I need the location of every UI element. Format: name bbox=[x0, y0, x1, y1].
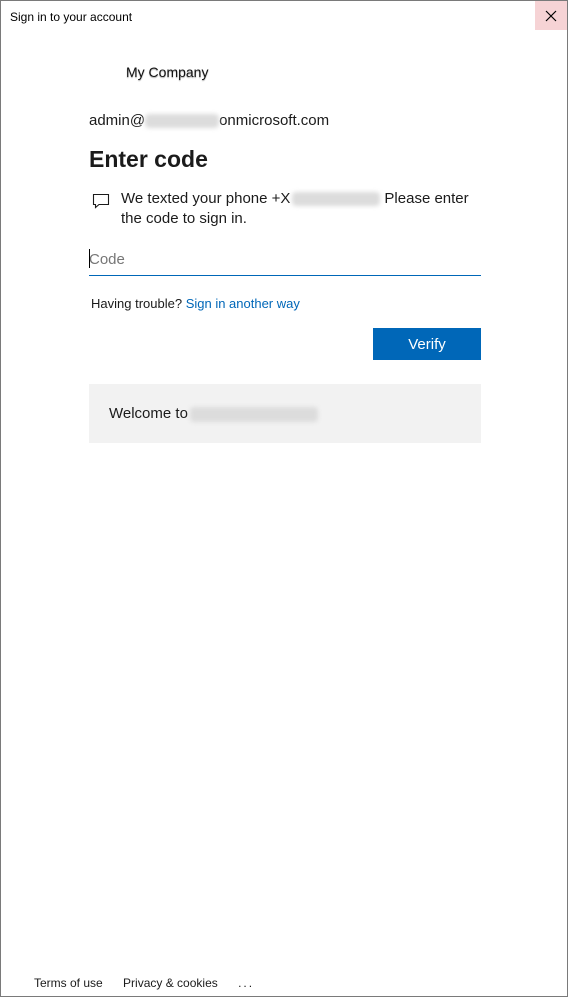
redacted-phone bbox=[292, 192, 381, 207]
welcome-text: Welcome to bbox=[109, 405, 318, 422]
verify-button[interactable]: Verify bbox=[373, 328, 481, 360]
having-trouble: Having trouble? Sign in another way bbox=[91, 296, 300, 311]
company-name: My Company bbox=[126, 64, 209, 80]
identity-prefix: admin@ bbox=[89, 112, 146, 129]
window-title: Sign in to your account bbox=[10, 10, 133, 24]
message-icon bbox=[92, 193, 110, 209]
message-part1: We texted your phone +X bbox=[121, 190, 291, 207]
more-options-button[interactable]: ... bbox=[238, 976, 254, 990]
code-input[interactable] bbox=[89, 245, 481, 276]
account-identity: admin@ onmicrosoft.com bbox=[89, 112, 329, 129]
text-caret bbox=[89, 249, 90, 268]
terms-of-use-link[interactable]: Terms of use bbox=[34, 976, 103, 990]
redacted-tenant-name bbox=[189, 406, 318, 422]
sign-in-window: Sign in to your account My Company admin… bbox=[0, 0, 568, 997]
sign-in-another-way-link[interactable]: Sign in another way bbox=[186, 296, 300, 311]
welcome-label: Welcome to bbox=[109, 405, 188, 422]
trouble-label: Having trouble? bbox=[91, 296, 183, 311]
title-bar: Sign in to your account bbox=[1, 1, 567, 31]
welcome-banner: Welcome to bbox=[89, 384, 481, 443]
close-icon bbox=[545, 10, 557, 21]
close-button[interactable] bbox=[535, 1, 567, 30]
footer: Terms of use Privacy & cookies ... bbox=[34, 976, 254, 990]
redacted-domain bbox=[145, 114, 220, 129]
page-title: Enter code bbox=[89, 146, 208, 172]
sms-message: We texted your phone +X Please enter the … bbox=[121, 189, 481, 229]
identity-suffix: onmicrosoft.com bbox=[219, 112, 330, 129]
privacy-cookies-link[interactable]: Privacy & cookies bbox=[123, 976, 218, 990]
